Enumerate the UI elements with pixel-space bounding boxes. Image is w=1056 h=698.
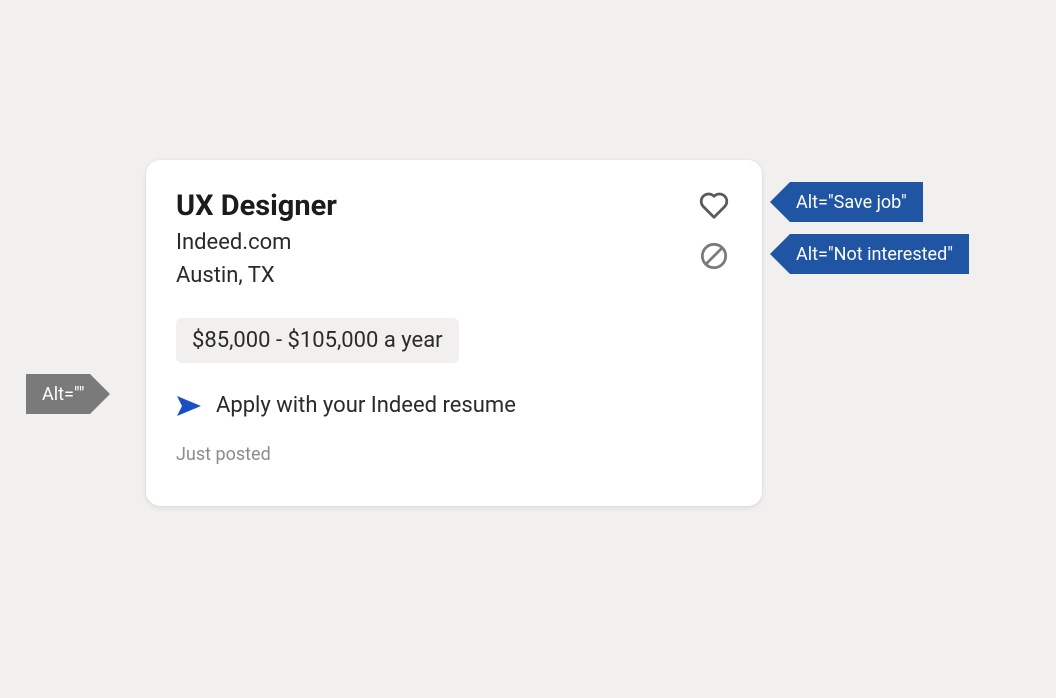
annotation-apply-icon: Alt="" [26,374,110,414]
job-company: Indeed.com [176,226,337,259]
salary-row: $85,000 - $105,000 a year [176,292,732,363]
send-icon [176,395,202,417]
job-card-header: UX Designer Indeed.com Austin, TX [176,188,732,292]
annotation-save-job: Alt="Save job" [770,182,923,222]
job-action-icons [698,192,730,274]
posted-label: Just posted [176,444,732,465]
apply-row[interactable]: Apply with your Indeed resume [176,393,732,418]
job-card: UX Designer Indeed.com Austin, TX [146,160,762,506]
not-interested-button[interactable] [698,242,730,274]
job-location: Austin, TX [176,259,337,292]
salary-chip: $85,000 - $105,000 a year [176,318,459,363]
heart-icon [699,192,729,224]
annotation-not-interested-label: Alt="Not interested" [790,234,969,274]
annotation-apply-icon-label: Alt="" [26,374,90,414]
annotation-save-job-label: Alt="Save job" [790,182,923,222]
annotation-not-interested: Alt="Not interested" [770,234,969,274]
block-icon [700,242,728,274]
job-title-block: UX Designer Indeed.com Austin, TX [176,188,337,292]
save-job-button[interactable] [698,192,730,224]
apply-text: Apply with your Indeed resume [216,393,516,418]
job-title: UX Designer [176,188,337,224]
